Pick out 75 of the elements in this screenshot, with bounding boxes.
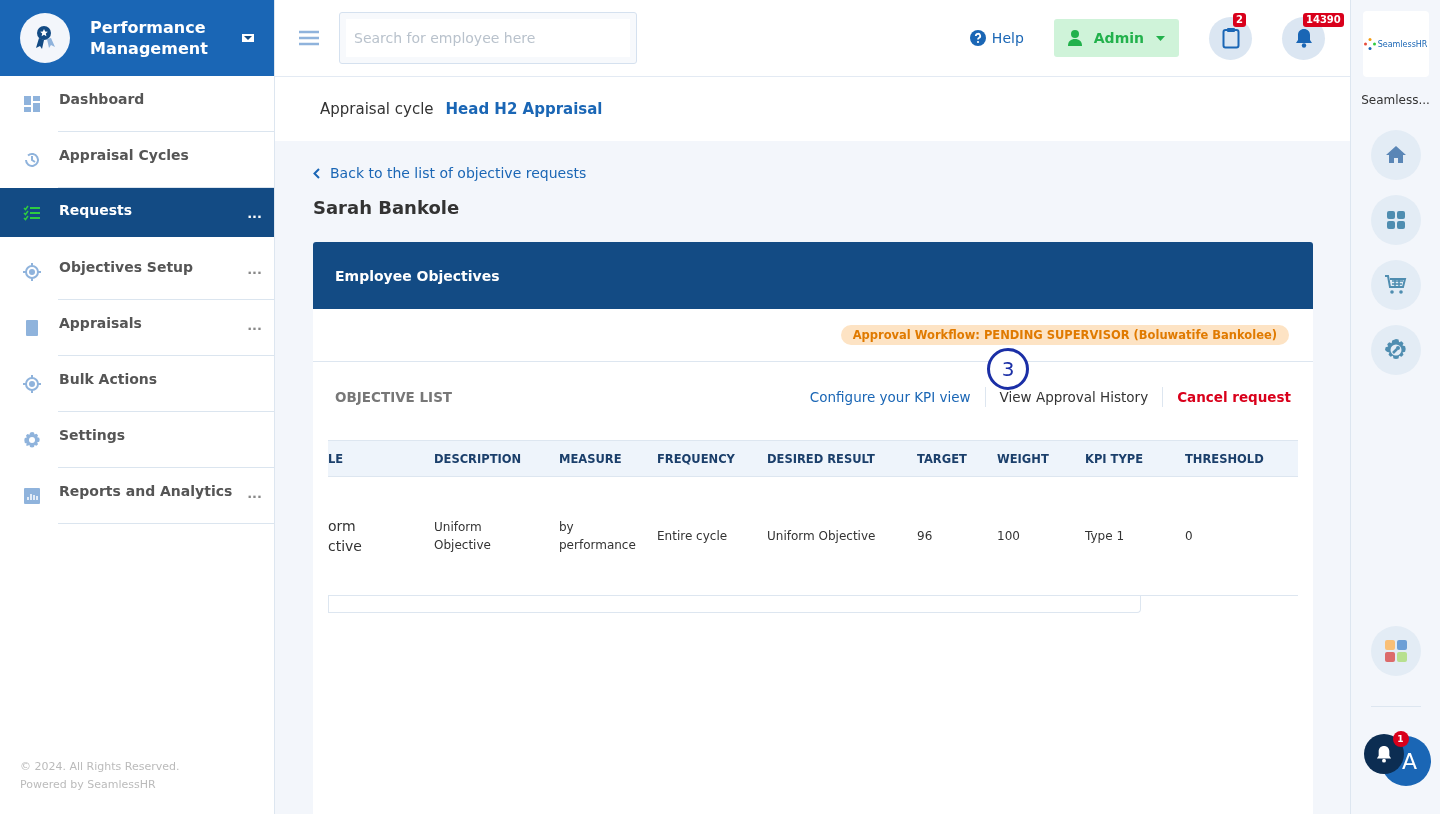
sidebar-item[interactable]: Bulk Actions	[0, 356, 274, 412]
sidebar-item[interactable]: Settings	[0, 412, 274, 468]
employee-name: Sarah Bankole	[313, 197, 460, 218]
table-cell-text: 96	[917, 528, 934, 545]
count-badge: 1	[1392, 731, 1409, 747]
table-cell-text: 100	[997, 528, 1021, 545]
table-cell-text: Entire cycle	[657, 528, 729, 545]
column-header: LE	[328, 451, 344, 466]
menu-item-icon	[23, 263, 41, 281]
step-marker: 3	[987, 348, 1029, 390]
table-cell-text: Type 1	[1085, 528, 1125, 545]
cycle-label: Appraisal cycle	[320, 100, 434, 118]
app-title: Performance Management	[90, 17, 209, 59]
column-header: FREQUENCY	[657, 451, 735, 466]
column-header: WEIGHT	[997, 451, 1049, 466]
table-cell-text: Uniform Objective	[434, 519, 492, 554]
chevron-left-icon[interactable]	[313, 167, 320, 179]
table-cell-text: by performance	[559, 519, 637, 554]
sidebar-item[interactable]: Objectives Setup ...	[0, 244, 274, 300]
more-menu[interactable]: ...	[247, 262, 262, 277]
menu-item-icon	[23, 319, 41, 337]
action-link[interactable]: Cancel request	[1177, 389, 1291, 405]
table-cell-text: 0	[1185, 528, 1194, 545]
gear-wrench-icon[interactable]	[1370, 325, 1421, 375]
menu-item-icon	[23, 151, 41, 169]
count-badge: 2	[1233, 12, 1246, 27]
menu-item-icon	[23, 204, 41, 222]
apps-icon[interactable]	[1370, 626, 1421, 676]
sidebar-item[interactable]: Requests ...	[0, 188, 274, 237]
section-title: OBJECTIVE LIST	[335, 389, 453, 405]
workflow-status: Approval Workflow: PENDING SUPERVISOR (Boluwatife Bankolee)	[840, 325, 1289, 345]
home-icon[interactable]	[1370, 130, 1421, 180]
footer-text: Powered by SeamlessHR	[20, 777, 157, 793]
column-header: DESIRED RESULT	[767, 451, 875, 466]
menu-item-icon	[23, 95, 41, 113]
action-link[interactable]: View Approval History	[999, 389, 1149, 405]
company-name: Seamless...	[1361, 93, 1430, 107]
user-icon	[1067, 30, 1082, 46]
help-icon[interactable]	[969, 30, 986, 46]
scrollbar-track[interactable]	[328, 596, 1141, 613]
bell-icon	[1375, 745, 1392, 763]
footer-text: © 2024. All Rights Reserved.	[20, 759, 181, 775]
company-logo[interactable]: SeamlessHR	[1362, 11, 1429, 77]
bell-icon[interactable]	[1294, 28, 1313, 48]
award-icon	[20, 13, 70, 63]
count-badge: 14390	[1303, 12, 1344, 27]
sidebar-item[interactable]: Appraisals ...	[0, 300, 274, 356]
help-link[interactable]: Help	[991, 30, 1024, 46]
cycle-name[interactable]: Head H2 Appraisal	[445, 100, 603, 118]
action-link[interactable]: Configure your KPI view	[809, 389, 971, 405]
column-header: THRESHOLD	[1185, 451, 1264, 466]
grid-icon[interactable]	[1370, 195, 1421, 245]
table-cell-text: Uniform Objective	[767, 528, 877, 545]
column-header: TARGET	[917, 451, 967, 466]
caret-icon	[1156, 35, 1165, 41]
caret-icon[interactable]	[242, 34, 254, 42]
search-field[interactable]: Search for employee here	[339, 12, 637, 64]
more-menu[interactable]: ...	[247, 206, 262, 221]
menu-icon[interactable]	[299, 30, 319, 46]
column-header: MEASURE	[559, 451, 622, 466]
more-menu[interactable]: ...	[247, 486, 262, 501]
column-header: DESCRIPTION	[434, 451, 522, 466]
card-title: Employee Objectives	[313, 242, 1313, 309]
sidebar-item[interactable]: Reports and Analytics ...	[0, 468, 274, 524]
sidebar-item[interactable]: Dashboard	[0, 76, 274, 132]
menu-item-icon	[23, 487, 41, 505]
cart-icon[interactable]	[1370, 260, 1421, 310]
table-cell-text: orm ctive	[328, 517, 363, 556]
back-link[interactable]: Back to the list of objective requests	[330, 165, 587, 181]
clipboard-icon[interactable]	[1221, 27, 1240, 49]
more-menu[interactable]: ...	[247, 318, 262, 333]
notification-button[interactable]	[1363, 734, 1404, 774]
menu-item-icon	[23, 431, 41, 449]
column-header: KPI TYPE	[1085, 451, 1144, 466]
menu-item-icon	[23, 375, 41, 393]
